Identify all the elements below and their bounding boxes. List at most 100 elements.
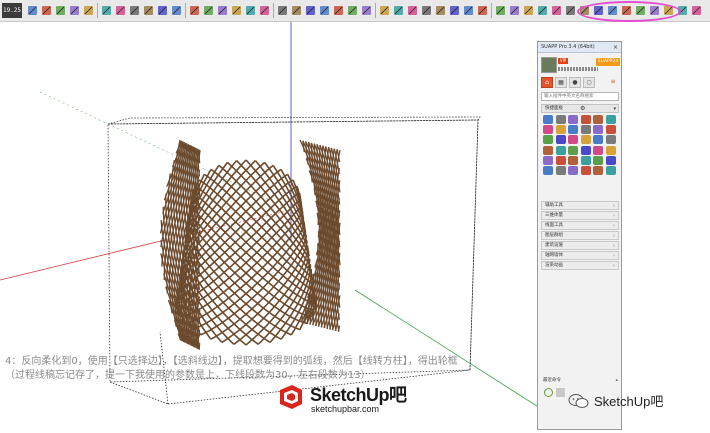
plugin-icon[interactable] <box>555 115 566 124</box>
toolbar-tool-icon[interactable] <box>550 3 563 18</box>
plugin-icon[interactable] <box>543 166 553 175</box>
refresh-icon[interactable] <box>544 388 553 397</box>
plugin-icon[interactable] <box>605 166 616 175</box>
plugin-icon[interactable] <box>593 166 603 175</box>
plugin-icon[interactable] <box>605 135 616 145</box>
toolbar-tool-icon[interactable] <box>54 3 67 18</box>
category-item[interactable]: 辅助工具 › <box>541 201 619 210</box>
toolbar-tool-icon[interactable] <box>420 3 433 18</box>
toolbar-tool-icon[interactable] <box>142 3 155 18</box>
plugin-icon[interactable] <box>555 135 566 145</box>
toolbar-tool-icon[interactable] <box>128 3 141 18</box>
toolbar-tool-icon[interactable] <box>360 3 373 18</box>
toolbar-tool-icon[interactable] <box>100 3 113 18</box>
avatar[interactable] <box>541 57 557 73</box>
toolbar-tool-icon[interactable] <box>318 3 331 18</box>
plugin-icon[interactable] <box>580 166 591 175</box>
toolbar-tool-icon[interactable] <box>434 3 447 18</box>
plugin-icon[interactable] <box>580 145 591 155</box>
toolbar-tool-icon[interactable] <box>494 3 507 18</box>
plugin-icon[interactable] <box>543 125 553 135</box>
plugin-icon[interactable] <box>568 166 578 175</box>
toolbar-tool-icon[interactable] <box>258 3 271 18</box>
plugin-icon[interactable] <box>605 155 616 165</box>
recent-command-icon[interactable] <box>556 388 565 397</box>
quick-panel-header[interactable]: 快捷面板 ⚙ ▾ <box>541 104 619 113</box>
toolbar-tool-icon[interactable] <box>216 3 229 18</box>
toolbar-tool-icon[interactable] <box>40 3 53 18</box>
plugin-icon[interactable] <box>593 135 603 145</box>
toolbar-tool-icon[interactable] <box>448 3 461 18</box>
toolbar-tool-icon[interactable] <box>690 3 703 18</box>
home-icon[interactable]: ⌂ <box>541 77 553 88</box>
toolbar-tool-icon[interactable] <box>476 3 489 18</box>
plugin-icon[interactable] <box>593 115 603 124</box>
menu-icon[interactable]: ≡ <box>607 77 619 88</box>
suapp-button[interactable]: SUAPP24 <box>596 58 620 66</box>
toolbar-tool-icon[interactable] <box>26 3 39 18</box>
toolbar-tool-icon[interactable] <box>522 3 535 18</box>
toolbar-tool-icon[interactable] <box>462 3 475 18</box>
plugin-icon[interactable] <box>568 155 578 165</box>
toolbar-tool-icon[interactable] <box>304 3 317 18</box>
plugin-icon[interactable] <box>580 135 591 145</box>
toolbar-tool-icon[interactable] <box>536 3 549 18</box>
toolbar-tool-icon[interactable] <box>244 3 257 18</box>
category-item[interactable]: 建筑设施 › <box>541 241 619 250</box>
chevron-right-icon: › <box>613 203 615 209</box>
toolbar-tool-icon[interactable] <box>114 3 127 18</box>
category-item[interactable]: 三维体量 › <box>541 211 619 220</box>
category-item[interactable]: 图层群组 › <box>541 231 619 240</box>
category-item[interactable]: 轴网墙体 › <box>541 251 619 260</box>
toolbar-tool-icon[interactable] <box>188 3 201 18</box>
toolbar-tool-icon[interactable] <box>276 3 289 18</box>
plugin-icon[interactable] <box>568 115 578 124</box>
plugin-icon[interactable] <box>593 145 603 155</box>
toolbar-counter: 19.25 <box>2 3 22 18</box>
plugin-icon[interactable] <box>543 145 553 155</box>
plugin-icon[interactable] <box>555 155 566 165</box>
plugin-icon[interactable] <box>543 135 553 145</box>
plugin-icon[interactable] <box>555 125 566 135</box>
plugin-icon[interactable] <box>580 155 591 165</box>
toolbar-tool-icon[interactable] <box>230 3 243 18</box>
plugin-icon[interactable] <box>580 115 591 124</box>
plugin-icon[interactable] <box>568 125 578 135</box>
plugin-search-input[interactable]: 输入插件中英文名称搜索 <box>541 92 619 101</box>
toolbar-tool-icon[interactable] <box>170 3 183 18</box>
toolbar-tool-icon[interactable] <box>156 3 169 18</box>
grid-icon[interactable]: ▦ <box>555 77 567 88</box>
toolbar-tool-icon[interactable] <box>346 3 359 18</box>
toolbar-tool-icon[interactable] <box>82 3 95 18</box>
toolbar-tool-icon[interactable] <box>68 3 81 18</box>
toolbar-tool-icon[interactable] <box>406 3 419 18</box>
recent-commands-header[interactable]: 最近命令 ▴ <box>541 376 621 385</box>
plugin-icon[interactable] <box>555 145 566 155</box>
toolbar-tool-icon[interactable] <box>202 3 215 18</box>
toolbar-tool-icon[interactable] <box>392 3 405 18</box>
plugin-icon[interactable] <box>593 125 603 135</box>
toolbar-tool-icon[interactable] <box>564 3 577 18</box>
plugin-icon[interactable] <box>555 166 566 175</box>
plugin-icon[interactable] <box>605 145 616 155</box>
plugin-icon[interactable] <box>543 115 553 124</box>
search-icon[interactable]: ○ <box>583 77 595 88</box>
plugin-icon[interactable] <box>580 125 591 135</box>
plugin-icon[interactable] <box>605 125 616 135</box>
toolbar-tool-icon[interactable] <box>508 3 521 18</box>
chevron-down-icon[interactable]: ▾ <box>613 105 616 113</box>
toolbar-tool-icon[interactable] <box>332 3 345 18</box>
user-icon[interactable]: ● <box>569 77 581 88</box>
category-item[interactable]: 渲染动画 › <box>541 261 619 270</box>
gear-icon[interactable]: ⚙ <box>580 105 585 113</box>
plugin-icon[interactable] <box>568 145 578 155</box>
category-item[interactable]: 线面工具 › <box>541 221 619 230</box>
plugin-icon[interactable] <box>605 115 616 124</box>
close-icon[interactable]: × <box>613 42 618 53</box>
plugin-icon[interactable] <box>543 155 553 165</box>
toolbar-tool-icon[interactable] <box>378 3 391 18</box>
toolbar-tool-icon[interactable] <box>290 3 303 18</box>
plugin-icon[interactable] <box>593 155 603 165</box>
panel-title-text: SUAPP Pro 3.4 (64bit) <box>541 44 595 50</box>
plugin-icon[interactable] <box>568 135 578 145</box>
